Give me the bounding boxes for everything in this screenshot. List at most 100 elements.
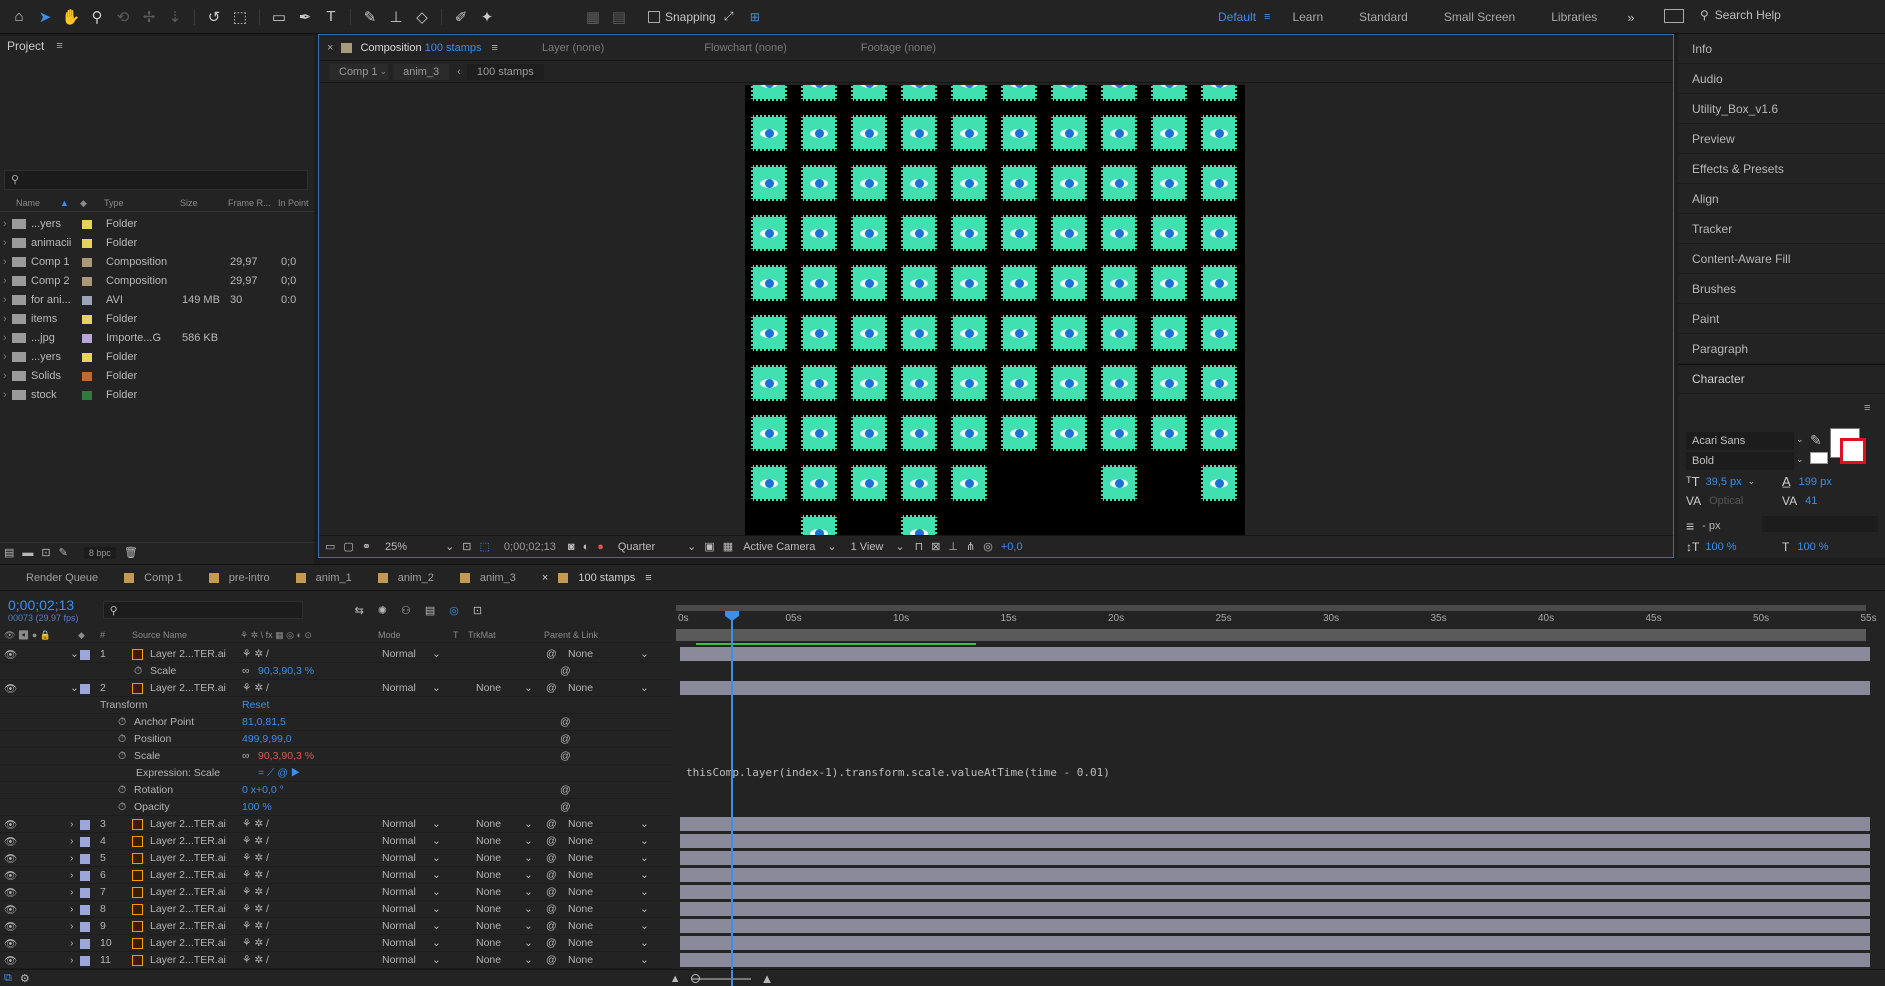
timeline-tab-anim-3[interactable]: anim_3 — [459, 572, 516, 584]
layer-duration-bar[interactable] — [680, 868, 1870, 882]
layer-duration-bar[interactable] — [680, 817, 1870, 831]
workspace-libraries[interactable]: Libraries — [1551, 10, 1597, 24]
layer-row[interactable]: 👁 › 3 Layer 2...TER.ai ⚘ ✲ / Normal ⌄ None ⌄ @ Non… — [0, 816, 672, 833]
layer-mode-dropdown[interactable]: Normal — [382, 835, 416, 847]
eraser-tool-icon[interactable]: ◇ — [409, 4, 435, 30]
workspace-standard[interactable]: Standard — [1359, 10, 1408, 24]
col-in-point[interactable]: In Point — [278, 198, 309, 208]
more-workspaces-icon[interactable]: » — [1627, 10, 1634, 25]
layer-duration-bar[interactable] — [680, 647, 1870, 661]
expand-arrow-icon[interactable]: ⌄ — [70, 648, 79, 660]
layer-name[interactable]: Layer 2...TER.ai — [150, 682, 226, 694]
layer-name[interactable]: Layer 2...TER.ai — [150, 920, 226, 932]
project-item[interactable]: › ...yers Folder — [0, 215, 314, 234]
pickwhip-icon[interactable]: @ — [560, 801, 571, 813]
motion-blur-icon[interactable]: ◎ — [449, 604, 459, 617]
timeline-tab-anim-1[interactable]: anim_1 — [295, 572, 352, 584]
parent-dropdown[interactable]: None — [568, 886, 593, 898]
expand-arrow-icon[interactable]: › — [3, 275, 7, 287]
eye-icon[interactable]: 👁 — [4, 818, 17, 831]
timeline-tab-pre-intro[interactable]: pre-intro — [208, 572, 270, 584]
parent-dropdown[interactable]: None — [568, 869, 593, 881]
pickwhip-icon[interactable]: @ — [560, 716, 571, 728]
mode-header[interactable]: Mode — [378, 630, 401, 640]
tab-composition[interactable]: Composition 100 stamps — [360, 42, 481, 54]
camera-dropdown[interactable]: Active Camera — [743, 541, 815, 553]
frame-blending-icon[interactable]: ▤ — [425, 604, 435, 617]
pickwhip-icon[interactable]: @ — [546, 818, 557, 830]
layer-switches-icons[interactable]: ⚘ ✲ / — [242, 852, 269, 864]
layer-duration-bar[interactable] — [680, 953, 1870, 967]
layer-duration-bar[interactable] — [680, 936, 1870, 950]
pickwhip-icon[interactable]: @ — [546, 852, 557, 864]
eye-icon[interactable]: 👁 — [4, 835, 17, 848]
crumb-anim-3[interactable]: anim_3 — [393, 63, 450, 80]
toggle-switches-icon[interactable]: ⧉ — [4, 972, 12, 985]
stopwatch-icon[interactable]: ⏱ — [118, 801, 126, 814]
stroke-color-swatch[interactable] — [1840, 438, 1866, 464]
layer-mode-dropdown[interactable]: Normal — [382, 954, 416, 966]
parent-dropdown[interactable]: None — [568, 954, 593, 966]
flowchart-icon[interactable]: ⋔ — [966, 540, 975, 553]
layer-row[interactable]: 👁 ⌄ 1 Layer 2...TER.ai ⚘ ✲ / Normal ⌄ @ None ⌄ — [0, 646, 672, 663]
leading-value[interactable]: 199 px — [1799, 476, 1832, 488]
project-item[interactable]: › Solids Folder — [0, 367, 314, 386]
property-value[interactable]: Reset — [242, 699, 269, 711]
expand-arrow-icon[interactable]: › — [3, 313, 7, 325]
stroke-type-dropdown[interactable] — [1762, 516, 1878, 532]
toggle-pixel-aspect-icon[interactable]: ⊓ — [915, 540, 924, 553]
type-tool-icon[interactable]: T — [318, 4, 344, 30]
eye-icon[interactable]: 👁 — [4, 903, 17, 916]
composition-stage[interactable] — [745, 85, 1245, 535]
3d-ground-plane-icon[interactable]: ⊠ — [931, 540, 940, 553]
tab-footage[interactable]: Footage (none) — [861, 42, 936, 54]
trkmat-dropdown[interactable]: None — [476, 818, 501, 830]
brush-tool-icon[interactable]: ✎ — [357, 4, 383, 30]
layer-search-input[interactable]: ⚲ — [102, 601, 303, 619]
workspace-menu-icon[interactable]: ≡ — [1264, 11, 1270, 23]
layer-switches-icons[interactable]: ⚘ ✲ / — [242, 903, 269, 915]
parent-header[interactable]: Parent & Link — [544, 630, 598, 640]
project-item[interactable]: › ...jpg Importe...G 586 KB — [0, 329, 314, 348]
constrain-proportions-icon[interactable]: ∞ — [242, 750, 250, 762]
panel-paragraph[interactable]: Paragraph — [1678, 334, 1885, 364]
workspace-small-screen[interactable]: Small Screen — [1444, 10, 1515, 24]
parent-dropdown[interactable]: None — [568, 835, 593, 847]
property-row[interactable]: ⏱ Anchor Point 81,0,81,5 @ — [0, 714, 672, 731]
pickwhip-icon[interactable]: @ — [546, 648, 557, 660]
horizontal-scale-field[interactable]: T 100 % — [1782, 540, 1829, 554]
layer-row[interactable]: 👁 › 8 Layer 2...TER.ai ⚘ ✲ / Normal ⌄ None ⌄ @ Non… — [0, 901, 672, 918]
home-icon[interactable]: ⌂ — [6, 4, 32, 30]
trkmat-dropdown[interactable]: None — [476, 835, 501, 847]
hide-shy-layers-icon[interactable]: ⚇ — [401, 604, 411, 617]
expression-controls-icons[interactable]: = ⟋ @ ▶ — [258, 767, 300, 780]
panel-tracker[interactable]: Tracker — [1678, 214, 1885, 244]
layer-row[interactable]: 👁 ⌄ 2 Layer 2...TER.ai ⚘ ✲ / Normal ⌄ None ⌄ @ Non… — [0, 680, 672, 697]
layer-duration-bar[interactable] — [680, 919, 1870, 933]
tracking-field[interactable]: VA 41 — [1782, 494, 1817, 508]
panel-content-aware-fill[interactable]: Content-Aware Fill — [1678, 244, 1885, 274]
property-value[interactable]: 100 % — [242, 801, 272, 813]
panel-utility-box-v1-6[interactable]: Utility_Box_v1.6 — [1678, 94, 1885, 124]
layer-switches-icons[interactable]: ⚘ ✲ / — [242, 648, 269, 660]
layer-row[interactable]: 👁 › 7 Layer 2...TER.ai ⚘ ✲ / Normal ⌄ None ⌄ @ Non… — [0, 884, 672, 901]
puppet-pin-tool-icon[interactable]: ✦ — [474, 4, 500, 30]
pickwhip-icon[interactable]: @ — [560, 784, 571, 796]
layer-row[interactable]: 👁 › 9 Layer 2...TER.ai ⚘ ✲ / Normal ⌄ None ⌄ @ Non… — [0, 918, 672, 935]
trkmat-dropdown[interactable]: None — [476, 886, 501, 898]
stroke-width-value[interactable]: - px — [1702, 520, 1720, 532]
zoom-out-icon[interactable]: ▲ — [670, 973, 681, 985]
trash-icon[interactable]: 🗑 — [124, 546, 138, 559]
panel-paint[interactable]: Paint — [1678, 304, 1885, 334]
layer-duration-bar[interactable] — [680, 902, 1870, 916]
timeline-tab-100-stamps[interactable]: × 100 stamps ≡ — [542, 572, 652, 584]
expand-arrow-icon[interactable]: › — [3, 332, 7, 344]
trkmat-dropdown[interactable]: None — [476, 682, 501, 694]
pickwhip-icon[interactable]: @ — [546, 903, 557, 915]
layer-mode-dropdown[interactable]: Normal — [382, 886, 416, 898]
eye-icon[interactable]: 👁 — [4, 682, 17, 695]
expand-arrow-icon[interactable]: › — [3, 218, 7, 230]
zoom-tool-icon[interactable]: ⚲ — [84, 4, 110, 30]
pickwhip-icon[interactable]: @ — [546, 682, 557, 694]
tab-flowchart[interactable]: Flowchart (none) — [704, 42, 787, 54]
